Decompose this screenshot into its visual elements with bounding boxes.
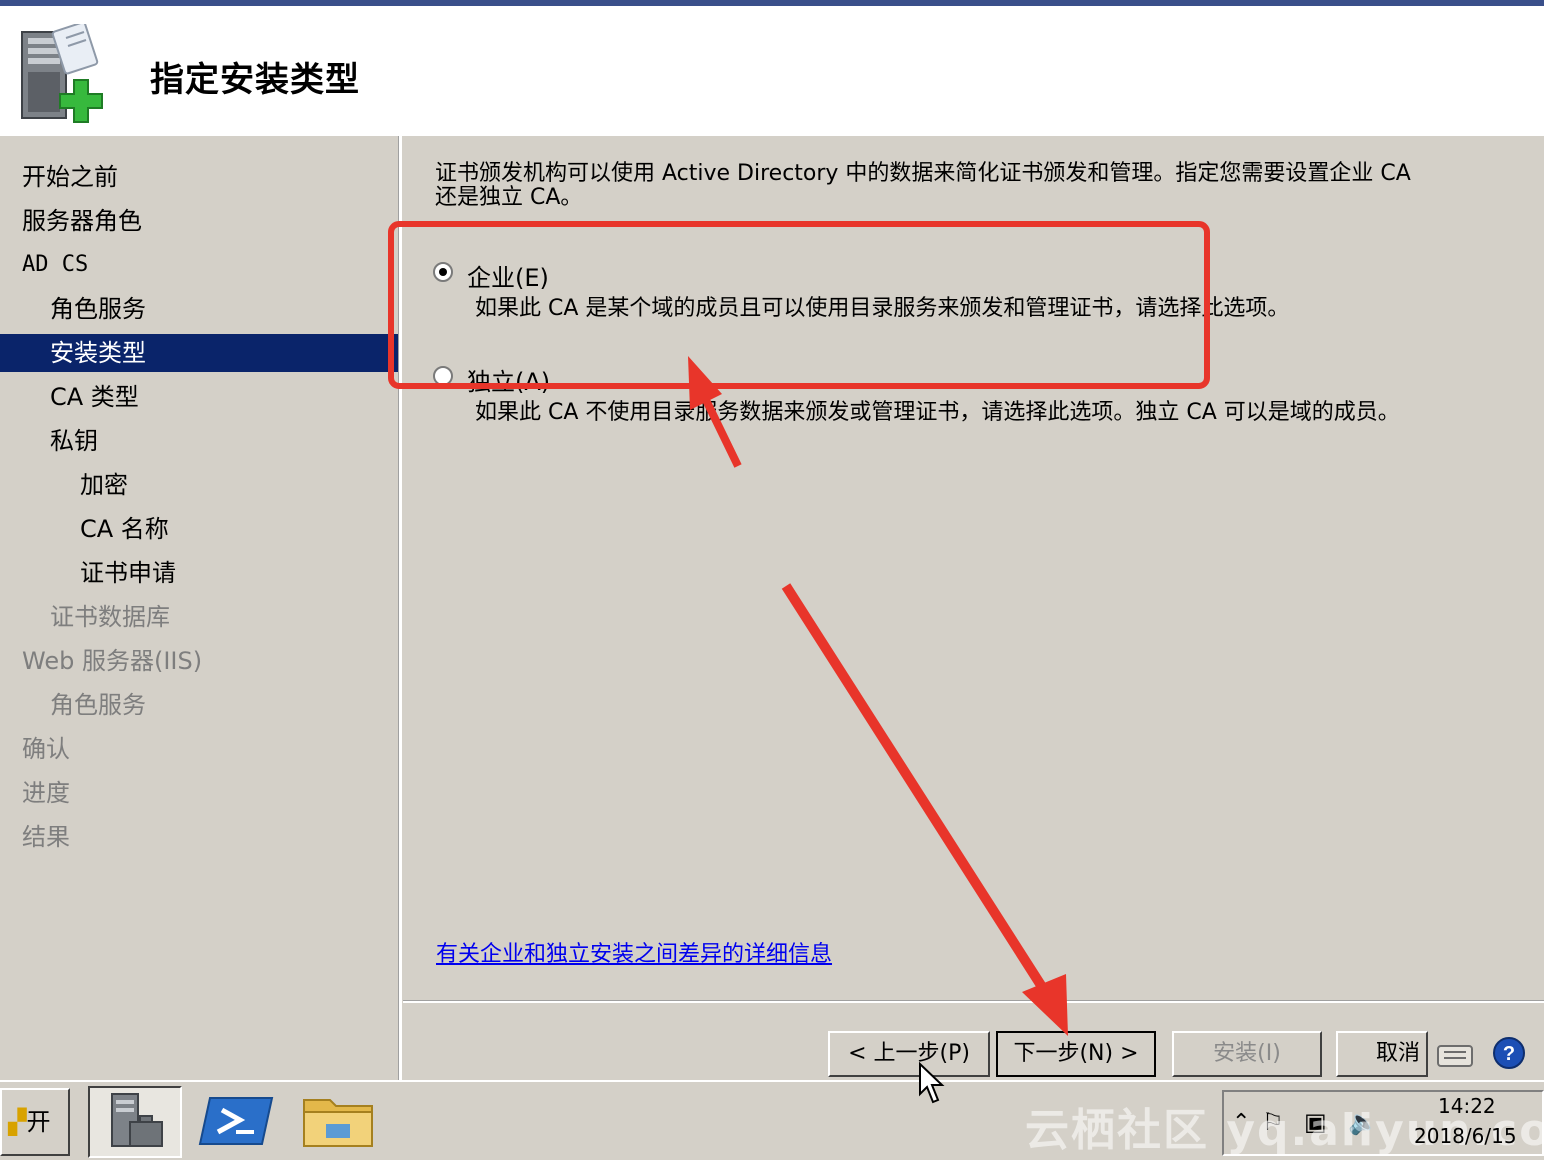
enterprise-radio[interactable] xyxy=(433,262,453,282)
intro-line-2: 还是独立 CA。 xyxy=(435,185,583,210)
main-panel: 证书颁发机构可以使用 Active Directory 中的数据来简化证书颁发和… xyxy=(403,136,1544,1000)
windows-flag-icon: ▞ xyxy=(8,1108,27,1136)
button-bar-separator xyxy=(403,1000,1544,1003)
enterprise-option-description: 如果此 CA 是某个域的成员且可以使用目录服务来颁发和管理证书，请选择此选项。 xyxy=(475,296,1290,321)
taskbar-file-explorer[interactable] xyxy=(296,1086,390,1158)
keyboard-icon[interactable] xyxy=(1436,1036,1474,1072)
taskbar-server-manager[interactable] xyxy=(88,1086,182,1158)
clock-date[interactable]: 2018/6/15 xyxy=(1414,1124,1517,1148)
next-button[interactable]: 下一步(N) > xyxy=(996,1031,1156,1077)
clock-time[interactable]: 14:22 xyxy=(1438,1094,1496,1118)
step-private-key[interactable]: 私钥 xyxy=(0,422,398,460)
cancel-button[interactable]: 取消 xyxy=(1336,1031,1428,1077)
help-icon[interactable]: ? xyxy=(1492,1036,1526,1070)
powershell-icon xyxy=(198,1097,274,1145)
server-manager-icon xyxy=(111,1093,163,1147)
step-certificate-database: 证书数据库 xyxy=(50,603,170,631)
standalone-option-description: 如果此 CA 不使用目录服务数据来颁发或管理证书，请选择此选项。独立 CA 可以… xyxy=(475,400,1400,425)
step-confirmation: 确认 xyxy=(22,735,70,763)
svg-text:?: ? xyxy=(1503,1043,1515,1065)
step-setup-type[interactable]: 安装类型 xyxy=(0,334,398,372)
install-button[interactable]: 安装(I) xyxy=(1172,1031,1322,1077)
standalone-radio[interactable] xyxy=(433,366,453,386)
intro-line-1: 证书颁发机构可以使用 Active Directory 中的数据来简化证书颁发和… xyxy=(435,161,1411,186)
intro-text: 证书颁发机构可以使用 Active Directory 中的数据来简化证书颁发和… xyxy=(435,162,1525,210)
step-web-role-services: 角色服务 xyxy=(50,691,146,719)
step-before-you-begin[interactable]: 开始之前 xyxy=(0,158,398,196)
mouse-cursor-icon xyxy=(919,1062,945,1104)
step-ca-name[interactable]: CA 名称 xyxy=(0,510,398,548)
wizard-step-list: 开始之前 服务器角色 AD CS 角色服务 安装类型 CA 类型 私钥 加密 C… xyxy=(0,136,398,1080)
folder-icon xyxy=(303,1099,373,1147)
step-results: 结果 xyxy=(22,823,70,851)
page-title: 指定安装类型 xyxy=(150,60,360,100)
step-cryptography[interactable]: 加密 xyxy=(0,466,398,504)
step-ca-type[interactable]: CA 类型 xyxy=(0,378,398,416)
step-ad-cs[interactable]: AD CS xyxy=(0,246,398,284)
step-server-roles[interactable]: 服务器角色 xyxy=(0,202,398,240)
previous-button[interactable]: < 上一步(P) xyxy=(828,1031,990,1077)
step-role-services[interactable]: 角色服务 xyxy=(0,290,398,328)
more-info-link[interactable]: 有关企业和独立安装之间差异的详细信息 xyxy=(436,936,832,968)
standalone-option-label[interactable]: 独立(A) xyxy=(467,362,550,397)
wizard-header: 指定安装类型 xyxy=(0,6,1544,136)
taskbar-powershell[interactable] xyxy=(196,1086,290,1158)
sidebar-divider xyxy=(398,136,402,1080)
enterprise-option-label[interactable]: 企业(E) xyxy=(467,258,549,293)
step-progress: 进度 xyxy=(22,779,70,807)
start-button[interactable]: ▞开始 xyxy=(0,1088,70,1156)
step-web-server: Web 服务器(IIS) xyxy=(22,647,203,675)
step-certificate-request[interactable]: 证书申请 xyxy=(0,554,398,592)
server-add-icon xyxy=(21,24,103,123)
